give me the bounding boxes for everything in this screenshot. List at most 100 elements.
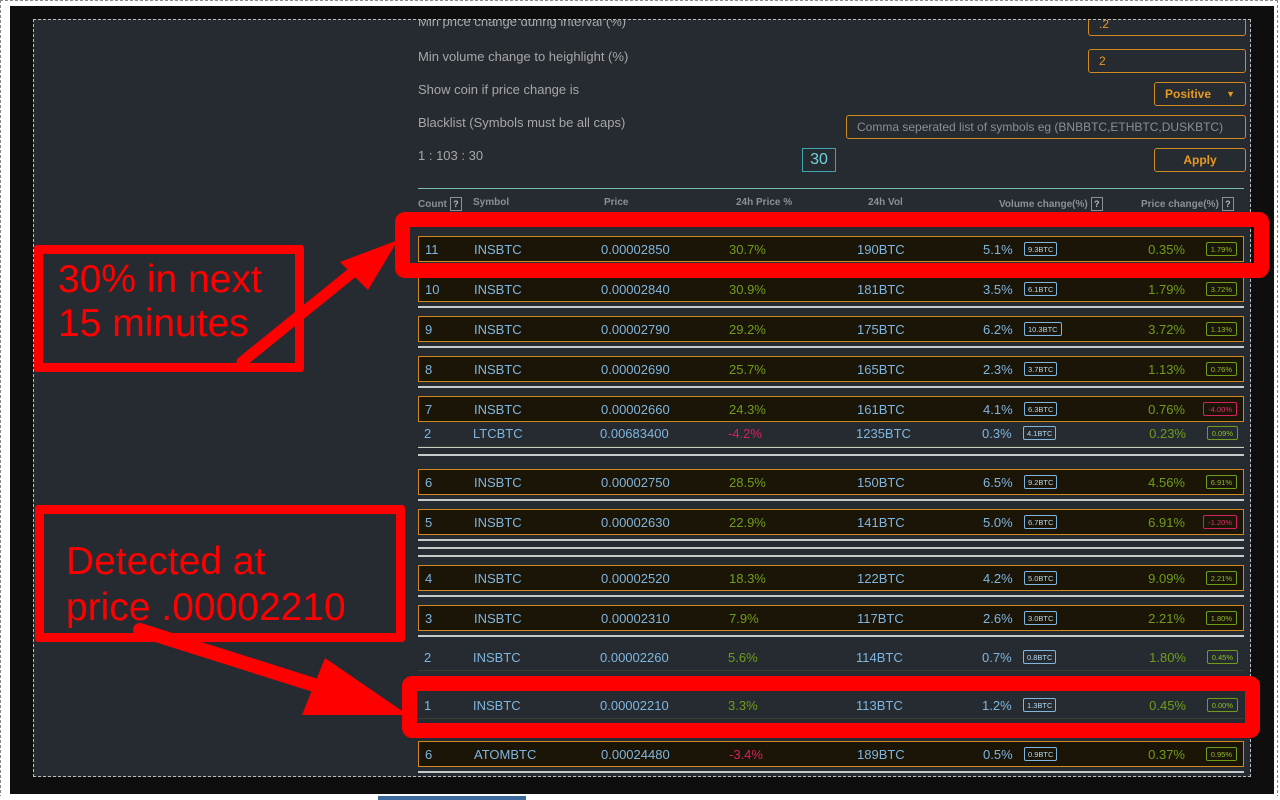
row-24h-price: 7.9%: [729, 611, 759, 626]
show-coin-select[interactable]: Positive ▼: [1154, 82, 1246, 106]
row-price-change: 1.13%: [1148, 362, 1185, 377]
row-symbol: INSBTC: [474, 611, 522, 626]
price-change-badge: 0.09%: [1206, 426, 1238, 440]
row-price-change: 3.72%: [1148, 322, 1185, 337]
row-24h-price: 30.9%: [729, 282, 766, 297]
header-volume-change: Volume change(%) ?: [999, 197, 1103, 211]
row-symbol: INSBTC: [474, 282, 522, 297]
row-volume-change: 5.0%: [983, 515, 1013, 530]
price-change-help-icon[interactable]: ?: [1221, 197, 1234, 211]
volume-change-badge: 9.2BTC: [1024, 475, 1058, 489]
min-price-change-input[interactable]: [1088, 20, 1246, 36]
volume-change-badge: 10.3BTC: [1024, 322, 1062, 336]
row-symbol: INSBTC: [474, 322, 522, 337]
table-row[interactable]: 2 LTCBTC 0.00683400 -4.2% 1235BTC 0.3% 0.23% 4.…: [418, 421, 1244, 447]
price-change-badge: 1.13%: [1205, 322, 1237, 336]
row-volume-change: 0.5%: [983, 747, 1013, 762]
header-symbol: Symbol: [473, 197, 510, 208]
min-volume-change-input[interactable]: [1088, 49, 1246, 73]
price-change-badge: 0.95%: [1205, 747, 1237, 761]
row-count: 2: [424, 426, 432, 441]
table-row[interactable]: 8 INSBTC 0.00002690 25.7% 165BTC 2.3% 1.13% 3.7…: [418, 356, 1244, 382]
table-row[interactable]: 5 INSBTC 0.00002630 22.9% 141BTC 5.0% 6.91% 6.7…: [418, 509, 1244, 535]
row-price-change: 9.09%: [1148, 571, 1185, 586]
row-24h-vol: 150BTC: [857, 475, 905, 490]
row-24h-price: 29.2%: [729, 322, 766, 337]
row-volume-change: 6.2%: [983, 322, 1013, 337]
row-volume-change: 0.3%: [982, 426, 1012, 441]
volume-change-badge: 5.0BTC: [1024, 571, 1058, 585]
table-row[interactable]: 10 INSBTC 0.00002840 30.9% 181BTC 3.5% 1.79% 6.…: [418, 276, 1244, 302]
table-row[interactable]: 3 INSBTC 0.00002310 7.9% 117BTC 2.6% 2.21% 3.0B…: [418, 605, 1244, 631]
coin-table: Count ? Symbol Price 24h Price % 24h Vol…: [418, 188, 1244, 773]
row-symbol: INSBTC: [473, 650, 521, 665]
price-change-badge: 0.45%: [1206, 650, 1238, 664]
row-separator: [418, 499, 1244, 501]
volume-change-badge: 3.7BTC: [1024, 362, 1058, 376]
row-24h-price: 5.6%: [728, 650, 758, 665]
annotation-top-line1: 30% in next: [58, 258, 262, 301]
row-count: 6: [425, 747, 433, 762]
row-24h-price: 22.9%: [729, 515, 766, 530]
row-price: 0.00002840: [601, 282, 670, 297]
row-symbol: INSBTC: [474, 402, 522, 417]
interval-value: 30: [802, 148, 836, 172]
blacklist-input[interactable]: [846, 115, 1246, 139]
table-row[interactable]: 4 INSBTC 0.00002520 18.3% 122BTC 4.2% 9.09% 5.0…: [418, 565, 1244, 591]
row-separator: [418, 595, 1244, 597]
row-price-change: 6.91%: [1148, 515, 1185, 530]
row-count: 9: [425, 322, 433, 337]
row-count: 5: [425, 515, 433, 530]
taskbar-strip: [0, 796, 1280, 800]
volume-change-badge: 6.7BTC: [1024, 515, 1058, 529]
row-count: 6: [425, 475, 433, 490]
row-volume-change: 2.6%: [983, 611, 1013, 626]
countdown-timer: 1 : 103 : 30: [418, 148, 484, 163]
annotation-top-line2: 15 minutes: [58, 302, 249, 345]
row-24h-vol: 122BTC: [857, 571, 905, 586]
volume-change-help-icon[interactable]: ?: [1090, 197, 1103, 211]
row-24h-vol: 1235BTC: [856, 426, 911, 441]
row-volume-change: 3.5%: [983, 282, 1013, 297]
min-volume-change-label: Min volume change to heighlight (%): [418, 49, 629, 64]
row-price-change: 0.37%: [1148, 747, 1185, 762]
header-price-change: Price change(%) ?: [1141, 197, 1234, 211]
row-symbol: LTCBTC: [473, 426, 523, 441]
table-row[interactable]: 9 INSBTC 0.00002790 29.2% 175BTC 6.2% 3.72% 10.…: [418, 316, 1244, 342]
count-help-icon[interactable]: ?: [449, 197, 462, 211]
show-coin-selected: Positive: [1165, 87, 1212, 101]
row-price-change: 1.79%: [1148, 282, 1185, 297]
row-24h-vol: 189BTC: [857, 747, 905, 762]
row-separator: [418, 635, 1244, 637]
row-count: 8: [425, 362, 433, 377]
taskbar-active-tab[interactable]: [378, 796, 526, 800]
row-volume-change: 6.5%: [983, 475, 1013, 490]
volume-change-badge: 6.3BTC: [1024, 402, 1058, 416]
price-change-badge: 0.76%: [1205, 362, 1237, 376]
row-24h-vol: 181BTC: [857, 282, 905, 297]
table-header: Count ? Symbol Price 24h Price % 24h Vol…: [418, 189, 1244, 213]
header-price: Price: [604, 197, 629, 208]
row-price: 0.00002750: [601, 475, 670, 490]
table-row[interactable]: 7 INSBTC 0.00002660 24.3% 161BTC 4.1% 0.76% 6.3…: [418, 396, 1244, 422]
min-price-change-label: Min price change during interval (%): [418, 19, 627, 29]
table-row[interactable]: 6 ATOMBTC 0.00024480 -3.4% 189BTC 0.5% 0.37% 0.…: [418, 741, 1244, 767]
row-24h-price: 25.7%: [729, 362, 766, 377]
row-price: 0.00024480: [601, 747, 670, 762]
row-symbol: INSBTC: [474, 571, 522, 586]
row-separator: [418, 547, 1244, 549]
row-symbol: ATOMBTC: [474, 747, 537, 762]
row-separator: [418, 386, 1244, 388]
table-row[interactable]: 6 INSBTC 0.00002750 28.5% 150BTC 6.5% 4.56% 9.2…: [418, 469, 1244, 495]
row-price-change: 4.56%: [1148, 475, 1185, 490]
row-price-change: 0.23%: [1149, 426, 1186, 441]
highlight-box-bottom: [402, 676, 1260, 738]
row-volume-change: 4.2%: [983, 571, 1013, 586]
header-count: Count ?: [418, 197, 462, 211]
header-24h-price: 24h Price %: [736, 197, 793, 208]
row-count: 3: [425, 611, 433, 626]
price-change-badge: -1.20%: [1203, 515, 1237, 529]
apply-button[interactable]: Apply: [1154, 148, 1246, 172]
table-row[interactable]: 2 INSBTC 0.00002260 5.6% 114BTC 0.7% 1.80% 0.8B…: [418, 645, 1244, 671]
row-separator: [418, 454, 1244, 456]
